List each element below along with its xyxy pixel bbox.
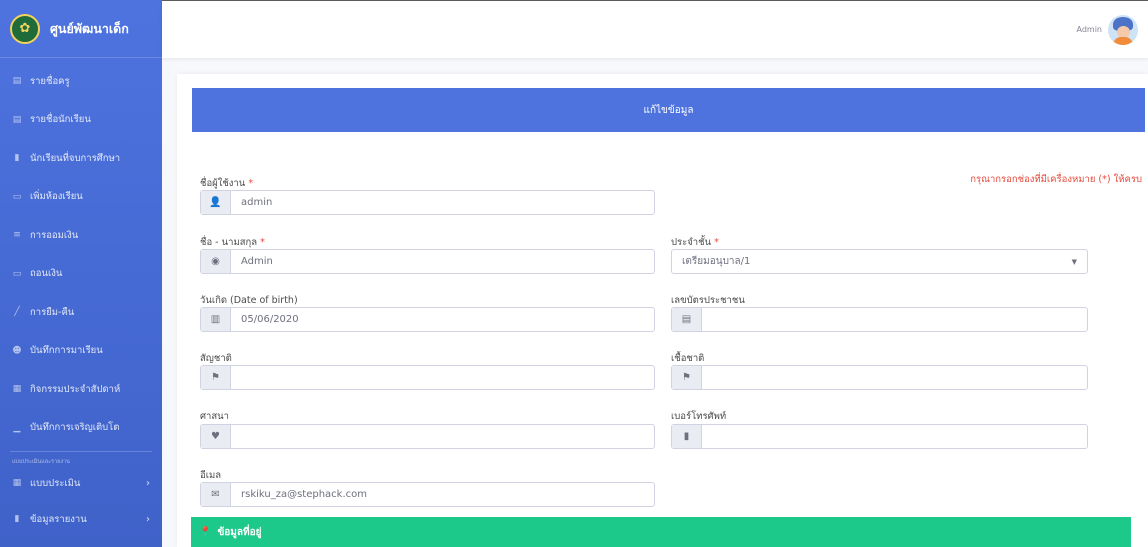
file-icon: ▮: [14, 514, 20, 524]
sidebar-item-borrow-return[interactable]: ╱ การยืม-คืน: [0, 293, 162, 332]
address-section-title: ข้อมูลที่อยู่: [217, 526, 262, 538]
fullname-input[interactable]: Admin: [231, 250, 654, 273]
caret-down-icon: ▼: [1071, 257, 1077, 266]
email-input[interactable]: rskiku_za@stephack.com: [231, 483, 654, 506]
chart-icon: ▁: [13, 422, 21, 433]
school-emblem-icon: ✿: [10, 13, 40, 44]
id-card-label: เลขบัตรประชาชน: [671, 295, 745, 306]
email-field[interactable]: ✉ rskiku_za@stephack.com: [200, 482, 655, 507]
sidebar-item-teachers[interactable]: ▤ รายชื่อครู: [0, 62, 162, 101]
avatar[interactable]: [1108, 14, 1138, 45]
brand[interactable]: ✿ ศูนย์พัฒนาเด็ก: [0, 0, 162, 58]
sidebar-item-label: กิจกรรมประจำสัปดาห์: [30, 383, 121, 395]
phone-field[interactable]: ▮: [671, 424, 1088, 449]
topbar: Admin: [162, 0, 1148, 58]
sidebar-item-savings[interactable]: ≡ การออมเงิน: [0, 216, 162, 255]
user-check-icon: ☻: [12, 345, 22, 356]
phone-input[interactable]: [702, 425, 1087, 448]
map-pin-icon: 📍: [199, 526, 212, 538]
id-card-field[interactable]: ▤: [671, 307, 1088, 332]
sidebar-item-label: ถอนเงิน: [30, 268, 63, 280]
chevron-right-icon: ›: [146, 477, 150, 489]
table-icon: ▦: [12, 478, 22, 488]
sidebar-item-students[interactable]: ▤ รายชื่อนักเรียน: [0, 101, 162, 140]
phone-label: เบอร์โทรศัพท์: [671, 411, 727, 422]
religion-field[interactable]: ♥: [200, 424, 655, 449]
username-label[interactable]: Admin: [1077, 25, 1103, 34]
email-label: อีเมล: [200, 470, 222, 481]
heart-icon: ♥: [201, 425, 231, 448]
ethnicity-field[interactable]: ⚑: [671, 365, 1088, 390]
sidebar-item-attendance[interactable]: ☻ บันทึกการมาเรียน: [0, 332, 162, 371]
pen-icon: ╱: [14, 307, 20, 318]
sidebar-item-label: เพิ่มห้องเรียน: [30, 191, 83, 203]
nationality-input[interactable]: [231, 366, 654, 389]
sidebar-item-assessments[interactable]: ▦ แบบประเมิน ›: [0, 466, 162, 500]
sidebar-item-growth-records[interactable]: ▁ บันทึกการเจริญเติบโต: [0, 409, 162, 448]
flag-icon: ⚑: [201, 366, 231, 389]
sidebar-item-withdraw[interactable]: ▭ ถอนเงิน: [0, 255, 162, 294]
cake-icon: ▥: [201, 308, 231, 331]
username-field[interactable]: 👤 admin: [200, 190, 655, 215]
sidebar-item-label: การออมเงิน: [30, 229, 79, 241]
money-icon: ▭: [12, 268, 22, 279]
ethnicity-input[interactable]: [702, 366, 1087, 389]
file-icon: ▮: [14, 153, 20, 164]
coins-icon: ≡: [13, 230, 21, 241]
religion-input[interactable]: [231, 425, 654, 448]
user-icon: 👤: [201, 191, 231, 214]
sidebar-item-label: การยืม-คืน: [30, 306, 75, 318]
birthdate-input[interactable]: 05/06/2020: [231, 308, 654, 331]
envelope-icon: ✉: [201, 483, 231, 506]
address-section-header: 📍 ข้อมูลที่อยู่: [191, 517, 1131, 547]
sidebar-item-label: แบบประเมิน: [30, 477, 81, 489]
sidebar-divider: [10, 451, 152, 452]
class-select[interactable]: เตรียมอนุบาล/1 ▼: [671, 249, 1088, 274]
user-circle-icon: ◉: [201, 250, 231, 273]
form-header: แก้ไขข้อมูล: [192, 88, 1145, 132]
flag-icon: ⚑: [672, 366, 702, 389]
sidebar-heading: แบบประเมินและรายงาน: [12, 459, 70, 465]
sidebar-item-label: ข้อมูลรายงาน: [30, 513, 87, 525]
sidebar-item-label: บันทึกการมาเรียน: [30, 345, 103, 357]
sidebar-item-reports[interactable]: ▮ ข้อมูลรายงาน ›: [0, 500, 162, 538]
sidebar-item-graduates[interactable]: ▮ นักเรียนที่จบการศึกษา: [0, 139, 162, 178]
mobile-icon: ▮: [672, 425, 702, 448]
birthdate-label: วันเกิด (Date of birth): [200, 295, 298, 306]
sidebar-item-label: บันทึกการเจริญเติบโต: [30, 422, 120, 434]
ethnicity-label: เชื้อชาติ: [671, 353, 705, 364]
class-select-value: เตรียมอนุบาล/1: [682, 256, 751, 267]
sidebar-item-label: รายชื่อครู: [30, 75, 70, 87]
id-card-icon: ▤: [672, 308, 702, 331]
nationality-field[interactable]: ⚑: [200, 365, 655, 390]
list-icon: ▤: [12, 76, 22, 87]
sidebar-item-add-classroom[interactable]: ▭ เพิ่มห้องเรียน: [0, 178, 162, 217]
chat-icon: ▭: [12, 191, 22, 202]
brand-name: ศูนย์พัฒนาเด็ก: [50, 20, 129, 36]
sidebar-item-label: นักเรียนที่จบการศึกษา: [30, 152, 121, 164]
fullname-label: ชื่อ - นามสกุล *: [200, 237, 265, 248]
required-note: กรุณากรอกช่องที่มีเครื่องหมาย (*) ให้ครบ: [970, 174, 1142, 185]
fullname-field[interactable]: ◉ Admin: [200, 249, 655, 274]
religion-label: ศาสนา: [200, 411, 229, 422]
username-input[interactable]: admin: [231, 191, 654, 214]
chevron-right-icon: ›: [146, 513, 150, 525]
sidebar-item-label: รายชื่อนักเรียน: [30, 114, 91, 126]
table-icon: ▦: [12, 384, 22, 395]
sidebar: ✿ ศูนย์พัฒนาเด็ก ▤ รายชื่อครู ▤ รายชื่อน…: [0, 0, 162, 547]
id-card-input[interactable]: [702, 308, 1087, 331]
class-label: ประจำชั้น *: [671, 237, 719, 248]
nationality-label: สัญชาติ: [200, 353, 232, 364]
list-icon: ▤: [12, 114, 22, 125]
username-label: ชื่อผู้ใช้งาน *: [200, 178, 254, 189]
birthdate-field[interactable]: ▥ 05/06/2020: [200, 307, 655, 332]
sidebar-item-weekly-activities[interactable]: ▦ กิจกรรมประจำสัปดาห์: [0, 370, 162, 409]
